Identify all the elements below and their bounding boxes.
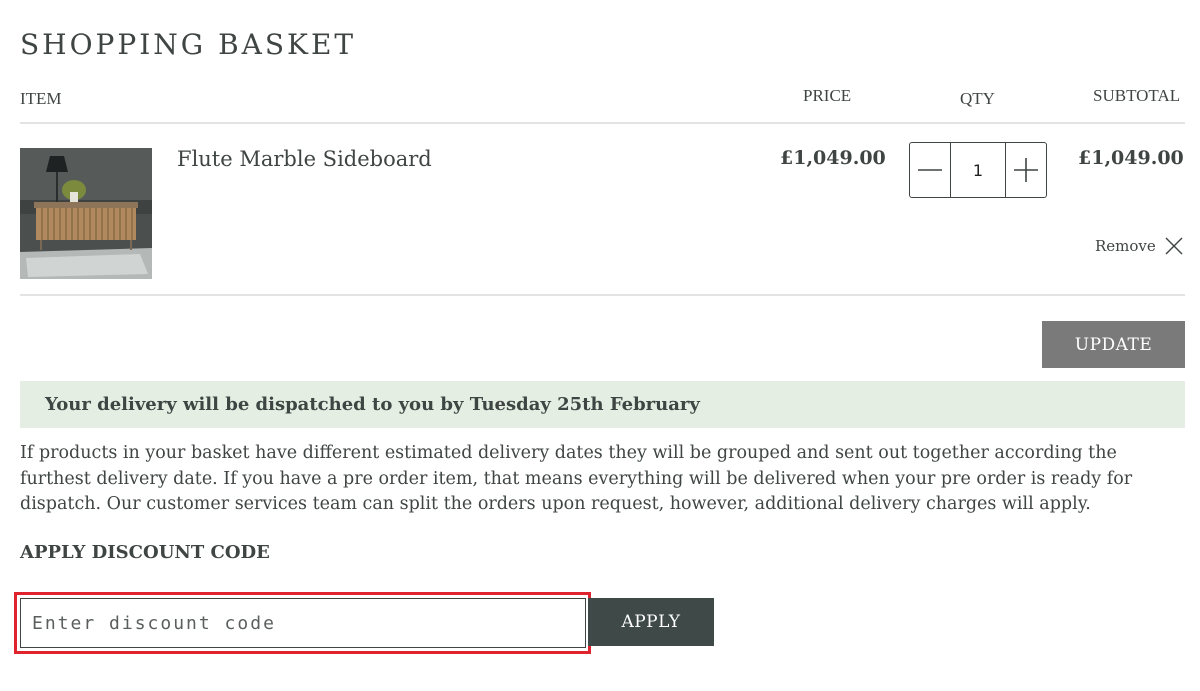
- column-header-price: PRICE: [803, 86, 852, 105]
- quantity-input[interactable]: [951, 143, 1005, 197]
- delivery-banner: Your delivery will be dispatched to you …: [20, 381, 1185, 428]
- product-thumbnail[interactable]: [20, 148, 152, 279]
- page-title: SHOPPING BASKET: [20, 28, 357, 61]
- close-icon: [1165, 237, 1183, 255]
- quantity-stepper: [909, 142, 1047, 198]
- discount-code-input[interactable]: [20, 598, 586, 648]
- column-header-qty: QTY: [960, 89, 995, 108]
- delivery-banner-text: Your delivery will be dispatched to you …: [45, 394, 700, 415]
- item-price: £1,049.00: [780, 147, 886, 169]
- column-header-subtotal: SUBTOTAL: [1093, 86, 1181, 105]
- discount-heading: APPLY DISCOUNT CODE: [20, 542, 270, 563]
- column-header-item: ITEM: [20, 89, 62, 108]
- minus-icon: [918, 169, 942, 171]
- qty-increase-button[interactable]: [1005, 143, 1046, 197]
- remove-label: Remove: [1095, 237, 1156, 255]
- divider: [20, 294, 1185, 296]
- qty-decrease-button[interactable]: [910, 143, 951, 197]
- delivery-note: If products in your basket have differen…: [20, 443, 1133, 514]
- apply-discount-button[interactable]: APPLY: [588, 598, 714, 646]
- item-subtotal: £1,049.00: [1078, 147, 1184, 169]
- divider: [20, 122, 1185, 124]
- remove-item-button[interactable]: Remove: [1095, 236, 1184, 256]
- update-basket-button[interactable]: UPDATE: [1042, 321, 1185, 368]
- plus-icon: [1014, 158, 1038, 182]
- product-name[interactable]: Flute Marble Sideboard: [177, 147, 432, 171]
